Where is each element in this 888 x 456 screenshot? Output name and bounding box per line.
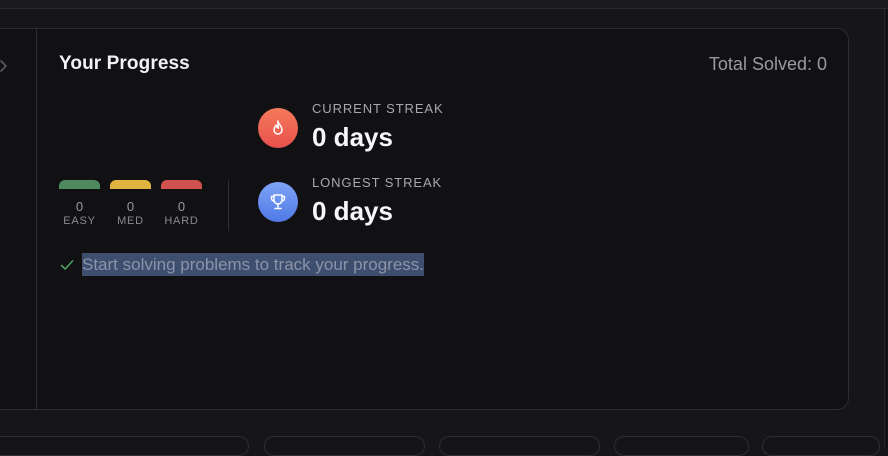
top-bar	[0, 0, 888, 9]
hint-text: Start solving problems to track your pro…	[82, 253, 425, 276]
hard-bar	[161, 180, 202, 189]
check-icon	[60, 259, 74, 270]
scrollbar-track[interactable]	[884, 9, 888, 448]
flame-icon	[258, 108, 298, 148]
difficulty-medium: 0 MED	[110, 180, 151, 228]
longest-streak-value: 0 days	[312, 196, 393, 226]
bottom-card-4[interactable]	[614, 436, 749, 456]
easy-count: 0	[75, 199, 84, 214]
current-streak-value: 0 days	[312, 122, 393, 152]
section-divider	[228, 180, 229, 231]
trophy-icon	[258, 182, 298, 222]
hard-label: HARD	[164, 215, 199, 227]
hard-count: 0	[177, 199, 186, 214]
total-solved: Total Solved: 0	[708, 54, 827, 74]
chevron-right-icon[interactable]	[0, 59, 11, 73]
bottom-card-5[interactable]	[762, 436, 880, 456]
longest-streak-label: LONGEST STREAK	[312, 175, 443, 190]
medium-label: MED	[117, 215, 144, 227]
progress-panel: Your Progress Total Solved: 0 0 EASY 0 M…	[0, 28, 849, 410]
medium-bar	[110, 180, 151, 189]
medium-count: 0	[126, 199, 135, 214]
easy-bar	[59, 180, 100, 189]
bottom-card-1[interactable]	[0, 436, 249, 456]
progress-hint: Start solving problems to track your pro…	[59, 253, 425, 276]
panel-title: Your Progress	[59, 53, 190, 74]
side-pane	[0, 29, 37, 409]
easy-label: EASY	[63, 215, 96, 227]
difficulty-easy: 0 EASY	[59, 180, 100, 228]
bottom-card-2[interactable]	[264, 436, 425, 456]
current-streak-label: CURRENT STREAK	[312, 101, 444, 116]
difficulty-hard: 0 HARD	[161, 180, 202, 228]
bottom-card-3[interactable]	[439, 436, 600, 456]
